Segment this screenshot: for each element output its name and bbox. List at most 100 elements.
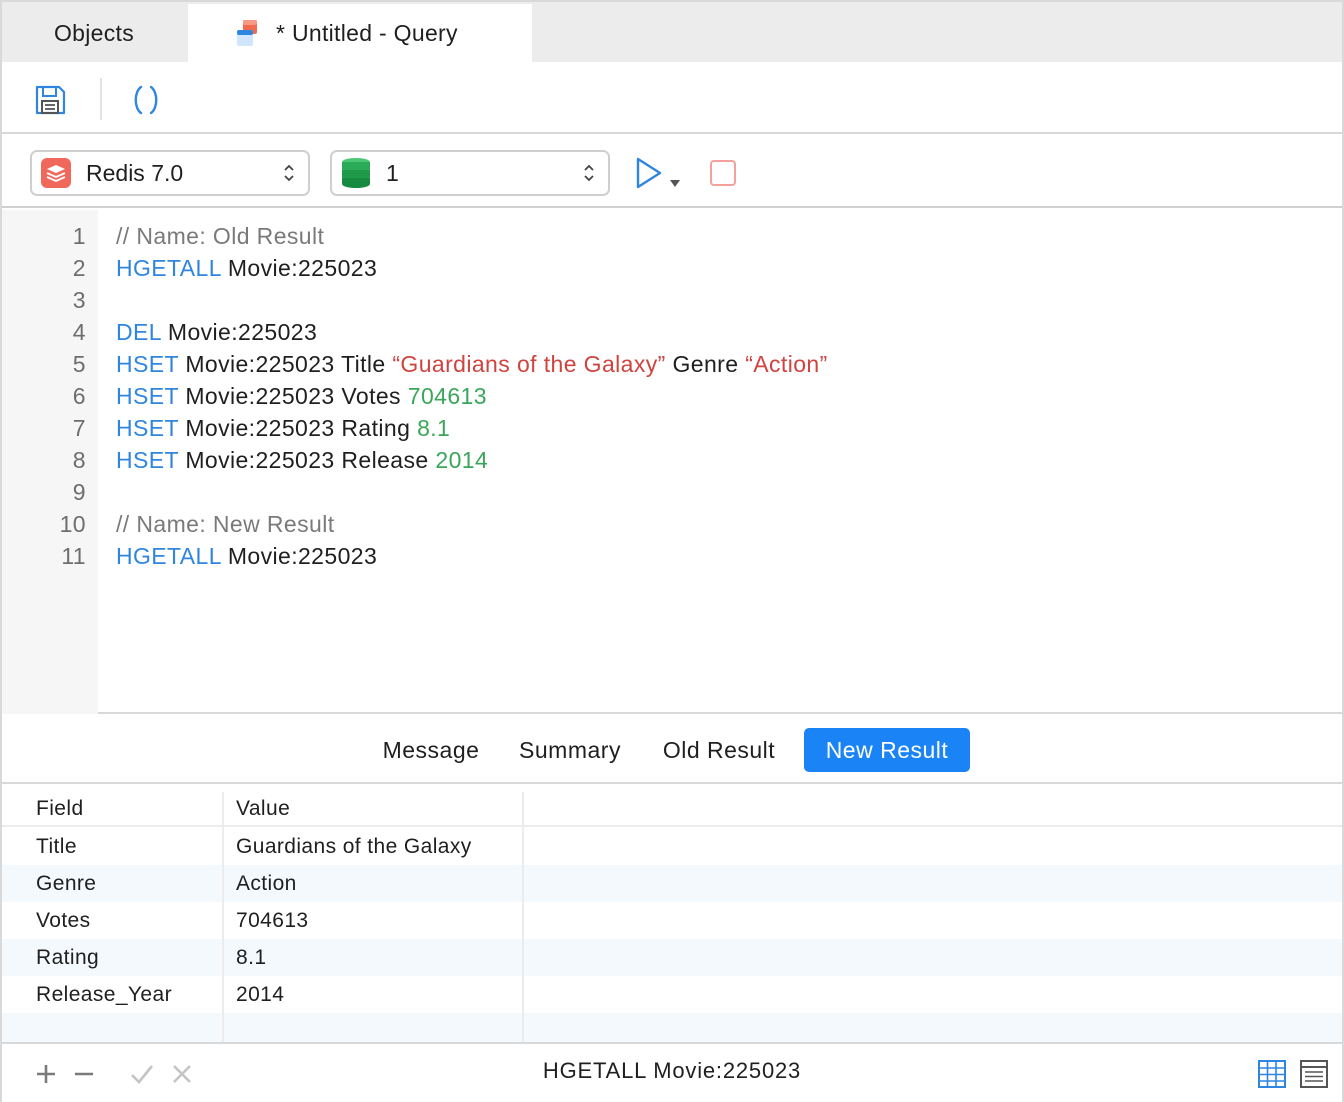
status-query-text: HGETALL Movie:225023 [542,1058,802,1083]
grid-header-row: Field Value [2,790,1342,827]
code-line[interactable]: 3 [2,284,1342,316]
line-number: 6 [72,383,86,409]
code-text: HSET Movie:225023 Title “Guardians of th… [116,348,828,380]
save-button[interactable] [30,80,70,120]
table-row[interactable]: Votes 704613 [2,902,1342,939]
chevron-updown-icon [284,164,294,182]
cell-field[interactable]: Title [24,828,222,865]
tab-new-result[interactable]: New Result [804,728,970,772]
cell-field[interactable]: Genre [24,865,222,902]
tab-query[interactable]: * Untitled - Query [188,4,532,62]
form-view-button[interactable] [1300,1060,1328,1088]
code-token: Movie:225023 [161,319,318,345]
code-line[interactable]: 2 HGETALL Movie:225023 [2,252,1342,284]
check-icon [131,1065,154,1084]
database-icon [340,157,372,189]
code-line[interactable]: 4 DEL Movie:225023 [2,316,1342,348]
code-token: HSET [116,383,179,409]
toolbar-separator [100,78,102,120]
refresh-icon [134,85,158,115]
code-token: Genre [665,351,746,377]
code-token: HGETALL [116,543,222,569]
x-icon [173,1065,191,1083]
code-token: Movie:225023 Votes [178,383,408,409]
code-text: HSET Movie:225023 Votes 704613 [116,380,487,412]
database-select-value: 1 [386,159,399,186]
tab-message[interactable]: Message [364,728,498,772]
form-view-icon [1300,1060,1328,1088]
status-bar: HGETALL Movie:225023 [2,1042,1342,1102]
query-icon [237,20,257,46]
column-header-field[interactable]: Field [24,790,222,827]
add-record-button[interactable] [32,1060,60,1088]
code-line[interactable]: 5 HSET Movie:225023 Title “Guardians of t… [2,348,1342,380]
table-row[interactable]: Title Guardians of the Galaxy [2,828,1342,865]
line-number: 4 [72,319,86,345]
delete-record-button[interactable] [70,1060,98,1088]
code-token: // Name: New Result [116,511,335,537]
code-token: Movie:225023 [221,255,378,281]
run-button[interactable] [634,156,688,192]
line-number: 7 [72,415,86,441]
table-row[interactable]: Release_Year 2014 [2,976,1342,1013]
code-token: Movie:225023 Release [178,447,436,473]
cell-field[interactable]: Votes [24,902,222,939]
tab-old-result[interactable]: Old Result [644,728,794,772]
code-token: Movie:225023 [221,543,378,569]
plus-icon [37,1065,55,1083]
tab-objects-label: Objects [53,19,135,46]
cell-field[interactable]: Rating [24,939,222,976]
chevron-updown-icon [584,164,594,182]
beautify-button[interactable] [126,80,166,120]
code-line[interactable]: 11 HGETALL Movie:225023 [2,540,1342,572]
table-row[interactable]: Rating 8.1 [2,939,1342,976]
code-text: HSET Movie:225023 Rating 8.1 [116,412,450,444]
tab-summary[interactable]: Summary [502,728,638,772]
code-token: “Guardians of the Galaxy” [392,351,666,377]
database-select[interactable]: 1 [330,150,610,196]
result-grid: Field Value Title Guardians of the Galaxy… [2,786,1342,1043]
code-line[interactable]: 10 // Name: New Result [2,508,1342,540]
code-line[interactable]: 6 HSET Movie:225023 Votes 704613 [2,380,1342,412]
line-number: 8 [72,447,86,473]
table-row[interactable]: Genre Action [2,865,1342,902]
apply-changes-button[interactable] [128,1060,156,1088]
connection-select[interactable]: Redis 7.0 [30,150,310,196]
cell-field[interactable]: Release_Year [24,976,222,1013]
cell-value[interactable]: Guardians of the Galaxy [224,828,522,865]
column-divider [222,792,224,1042]
code-token: 8.1 [417,415,451,441]
code-text: HSET Movie:225023 Release 2014 [116,444,488,476]
code-text: DEL Movie:225023 [116,316,317,348]
result-tabs: Message Summary Old Result New Result [2,716,1342,784]
line-number: 5 [72,351,86,377]
discard-changes-button[interactable] [168,1060,196,1088]
tab-objects[interactable]: Objects [2,4,186,62]
save-icon [35,85,66,115]
line-number: 11 [61,543,86,569]
code-line[interactable]: 1 // Name: Old Result [2,220,1342,252]
table-row-empty [2,1013,1342,1043]
code-line[interactable]: 9 [2,476,1342,508]
code-line[interactable]: 8 HSET Movie:225023 Release 2014 [2,444,1342,476]
column-header-value[interactable]: Value [224,790,522,827]
connection-select-value: Redis 7.0 [86,159,184,186]
code-text: // Name: Old Result [116,220,324,252]
line-number: 9 [72,479,86,505]
cell-value[interactable]: 2014 [224,976,522,1013]
code-token: // Name: Old Result [116,223,325,249]
code-text: HGETALL Movie:225023 [116,540,377,572]
code-token: HSET [116,447,179,473]
code-line[interactable]: 7 HSET Movie:225023 Rating 8.1 [2,412,1342,444]
stop-button[interactable] [710,160,736,186]
code-token: HGETALL [116,255,222,281]
cell-value[interactable]: 704613 [224,902,522,939]
cell-value[interactable]: Action [224,865,522,902]
code-editor[interactable]: 1 // Name: Old Result 2 HGETALL Movie:22502… [2,210,1342,714]
cell-value[interactable]: 8.1 [224,939,522,976]
code-token: HSET [116,351,179,377]
tab-bar: Objects * Untitled - Query [2,2,1342,62]
code-token: Movie:225023 Title [178,351,393,377]
grid-view-button[interactable] [1258,1060,1286,1088]
code-token: “Action” [745,351,828,377]
